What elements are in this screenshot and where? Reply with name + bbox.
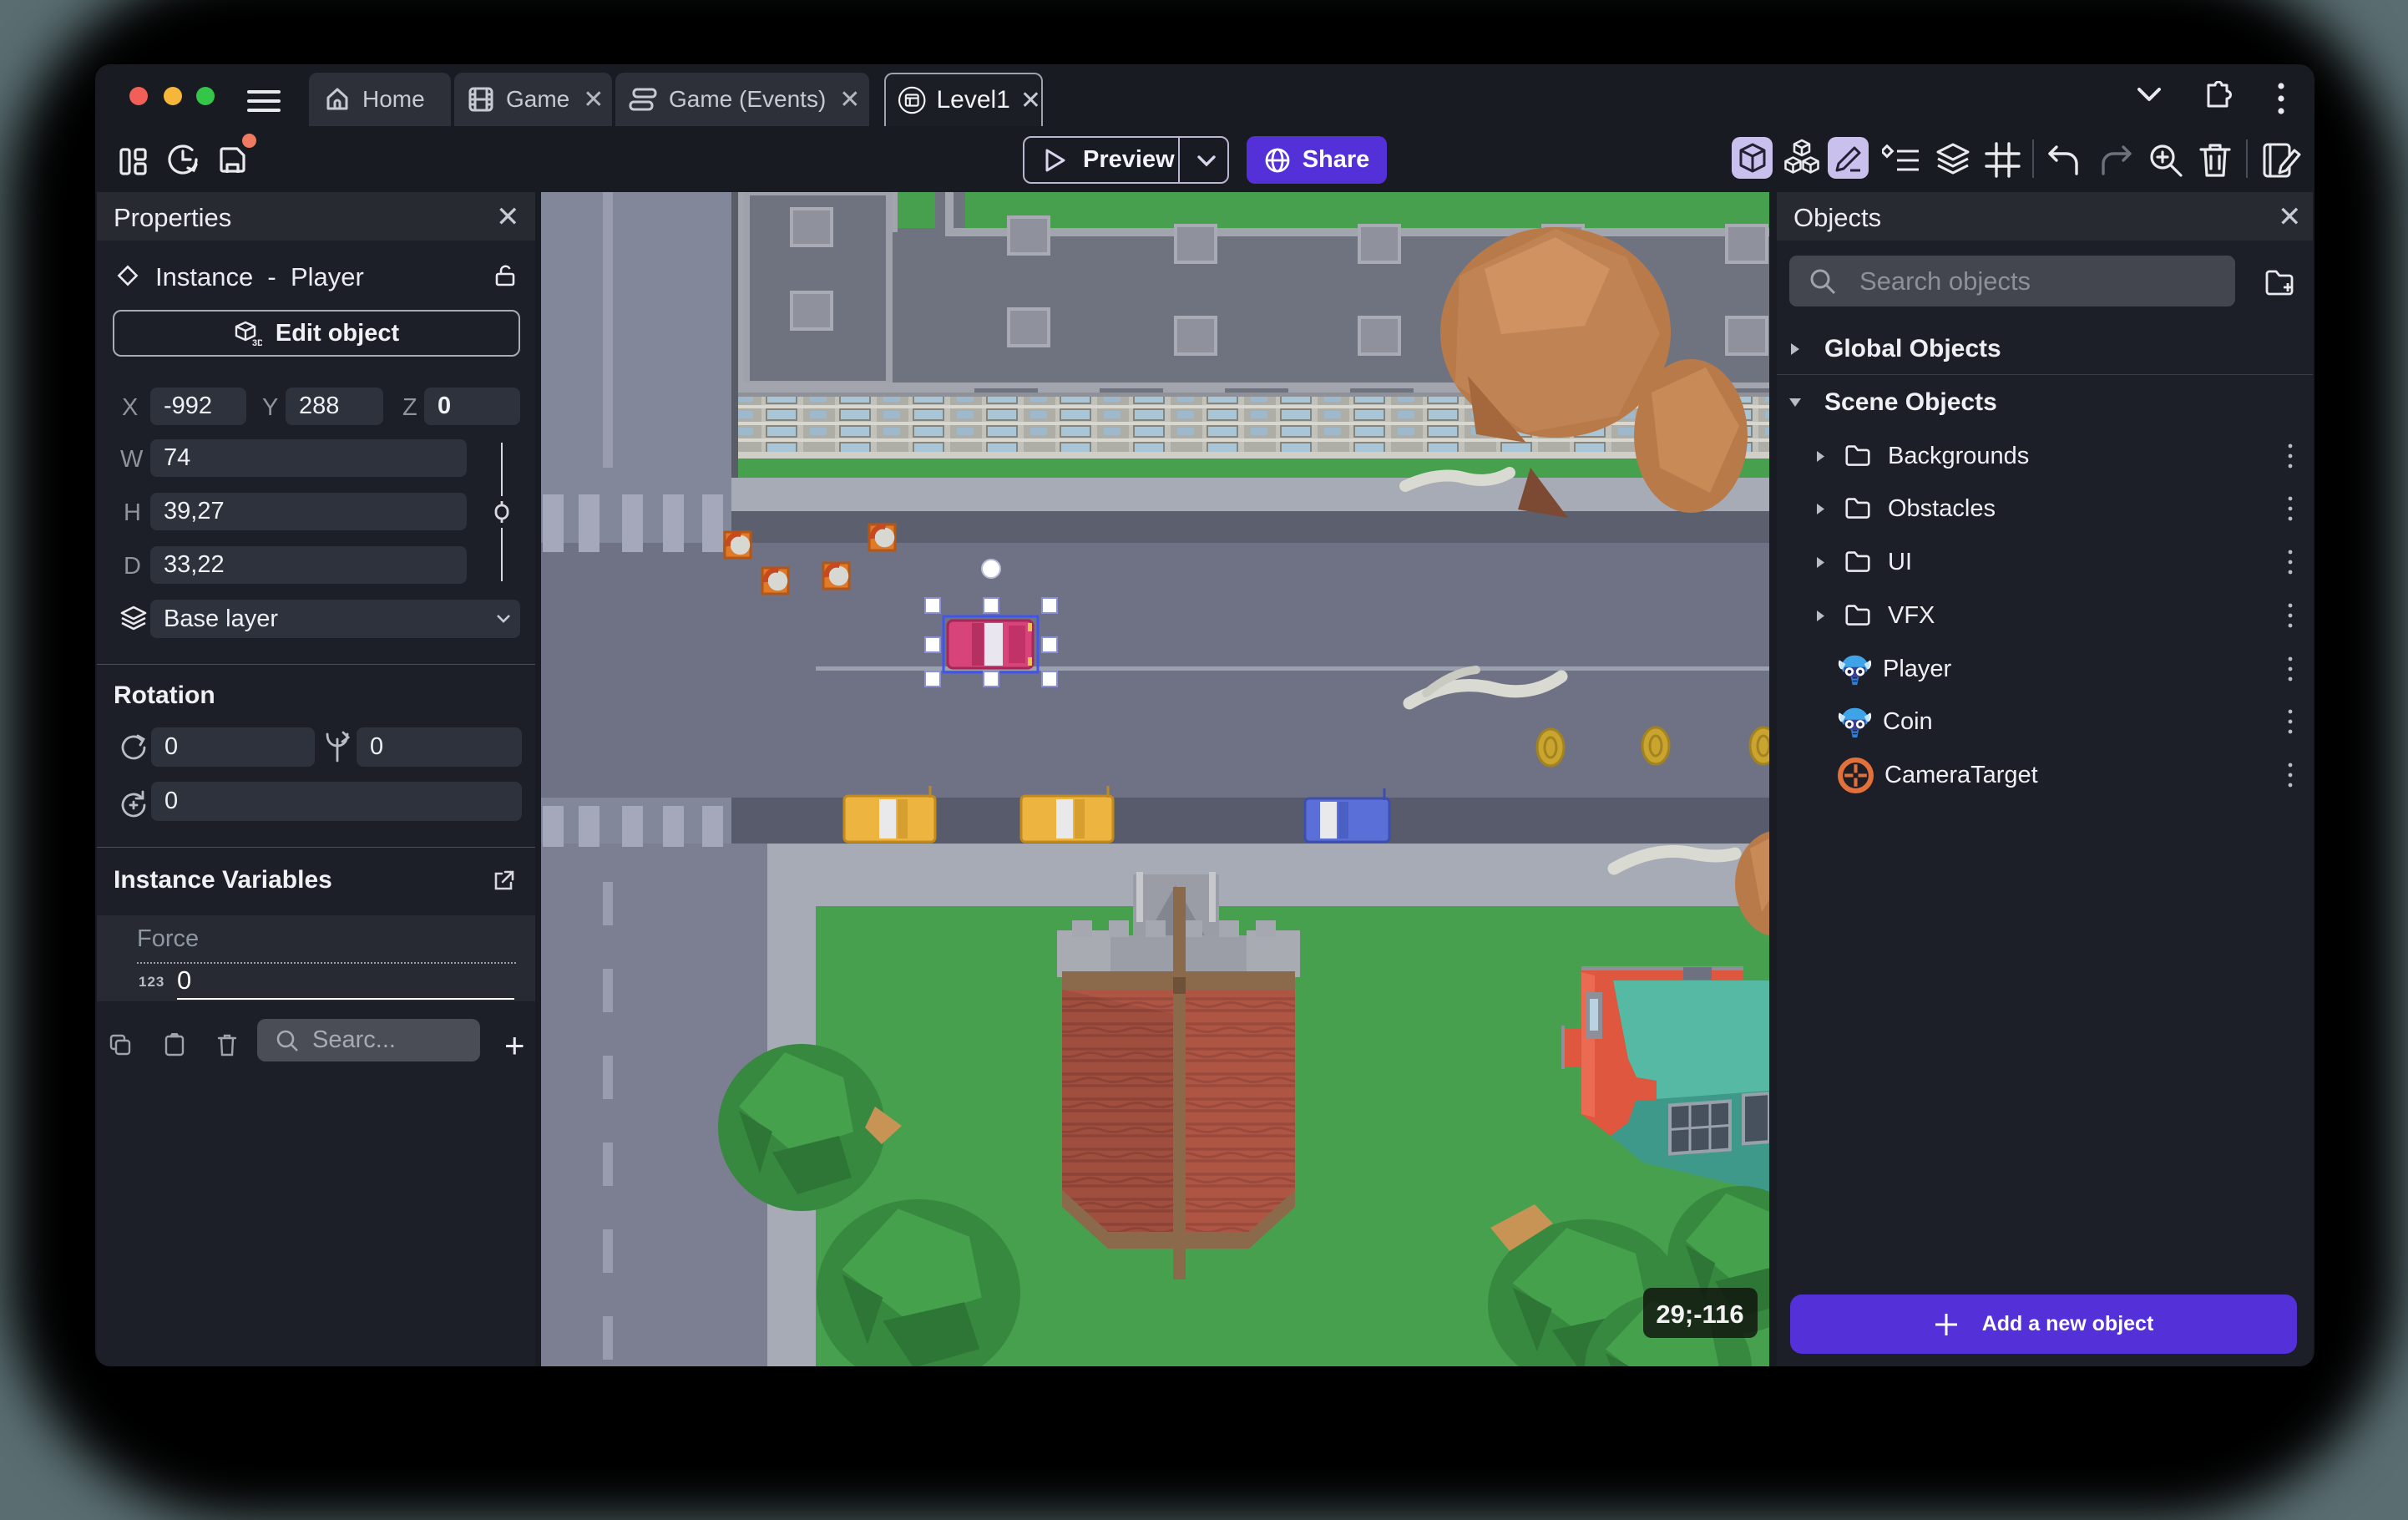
svg-text:3D: 3D [252,338,262,347]
svg-text:29;-116: 29;-116 [1656,1300,1743,1329]
